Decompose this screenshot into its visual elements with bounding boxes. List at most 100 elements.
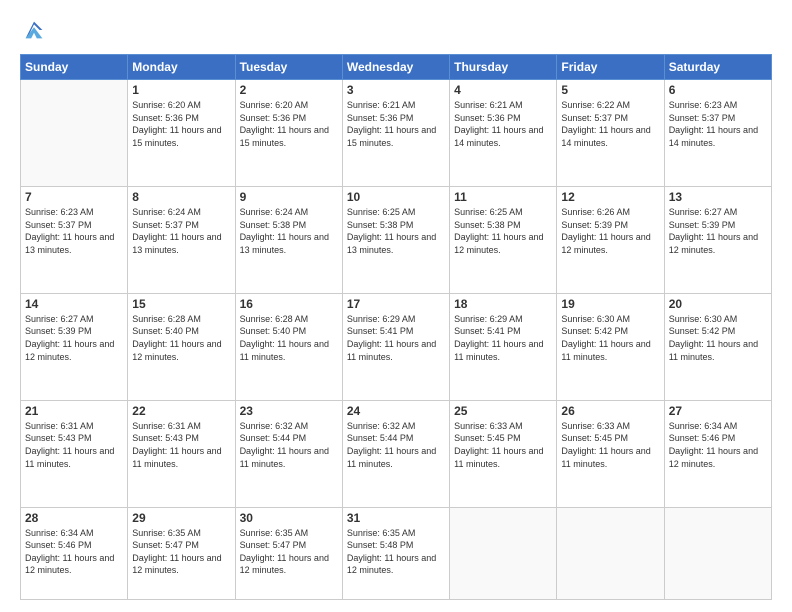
header [20,16,772,44]
calendar-cell: 10 Sunrise: 6:25 AMSunset: 5:38 PMDayligh… [342,186,449,293]
calendar-cell: 27 Sunrise: 6:34 AMSunset: 5:46 PMDayligh… [664,400,771,507]
day-info: Sunrise: 6:27 AMSunset: 5:39 PMDaylight:… [669,206,767,256]
day-number: 23 [240,404,338,418]
day-info: Sunrise: 6:33 AMSunset: 5:45 PMDaylight:… [561,420,659,470]
day-number: 20 [669,297,767,311]
day-info: Sunrise: 6:32 AMSunset: 5:44 PMDaylight:… [240,420,338,470]
calendar-cell: 17 Sunrise: 6:29 AMSunset: 5:41 PMDayligh… [342,293,449,400]
day-info: Sunrise: 6:33 AMSunset: 5:45 PMDaylight:… [454,420,552,470]
day-number: 31 [347,511,445,525]
day-number: 1 [132,83,230,97]
page: SundayMondayTuesdayWednesdayThursdayFrid… [0,0,792,612]
day-number: 12 [561,190,659,204]
day-info: Sunrise: 6:20 AMSunset: 5:36 PMDaylight:… [132,99,230,149]
day-info: Sunrise: 6:35 AMSunset: 5:47 PMDaylight:… [240,527,338,577]
calendar-cell: 28Sunrise: 6:34 AMSunset: 5:46 PMDayligh… [21,507,128,599]
day-info: Sunrise: 6:24 AMSunset: 5:37 PMDaylight:… [132,206,230,256]
day-info: Sunrise: 6:34 AMSunset: 5:46 PMDaylight:… [669,420,767,470]
day-number: 6 [669,83,767,97]
calendar-cell: 26 Sunrise: 6:33 AMSunset: 5:45 PMDayligh… [557,400,664,507]
calendar-cell: 8 Sunrise: 6:24 AMSunset: 5:37 PMDaylight… [128,186,235,293]
day-info: Sunrise: 6:21 AMSunset: 5:36 PMDaylight:… [454,99,552,149]
day-info: Sunrise: 6:28 AMSunset: 5:40 PMDaylight:… [240,313,338,363]
calendar: SundayMondayTuesdayWednesdayThursdayFrid… [20,54,772,600]
day-info: Sunrise: 6:27 AMSunset: 5:39 PMDaylight:… [25,313,123,363]
day-number: 26 [561,404,659,418]
day-number: 15 [132,297,230,311]
calendar-cell: 29 Sunrise: 6:35 AMSunset: 5:47 PMDayligh… [128,507,235,599]
calendar-cell: 22 Sunrise: 6:31 AMSunset: 5:43 PMDayligh… [128,400,235,507]
day-info: Sunrise: 6:35 AMSunset: 5:48 PMDaylight:… [347,527,445,577]
day-number: 17 [347,297,445,311]
calendar-cell: 21 Sunrise: 6:31 AMSunset: 5:43 PMDayligh… [21,400,128,507]
calendar-cell: 6 Sunrise: 6:23 AMSunset: 5:37 PMDaylight… [664,80,771,187]
day-number: 29 [132,511,230,525]
calendar-cell [664,507,771,599]
calendar-cell: 24 Sunrise: 6:32 AMSunset: 5:44 PMDayligh… [342,400,449,507]
day-number: 7 [25,190,123,204]
calendar-cell: 3 Sunrise: 6:21 AMSunset: 5:36 PMDaylight… [342,80,449,187]
day-number: 14 [25,297,123,311]
day-number: 19 [561,297,659,311]
day-number: 2 [240,83,338,97]
day-info: Sunrise: 6:24 AMSunset: 5:38 PMDaylight:… [240,206,338,256]
day-info: Sunrise: 6:21 AMSunset: 5:36 PMDaylight:… [347,99,445,149]
day-number: 11 [454,190,552,204]
calendar-body: 1 Sunrise: 6:20 AMSunset: 5:36 PMDaylight… [21,80,772,600]
day-info: Sunrise: 6:26 AMSunset: 5:39 PMDaylight:… [561,206,659,256]
calendar-cell: 30 Sunrise: 6:35 AMSunset: 5:47 PMDayligh… [235,507,342,599]
day-number: 5 [561,83,659,97]
day-info: Sunrise: 6:30 AMSunset: 5:42 PMDaylight:… [669,313,767,363]
day-number: 22 [132,404,230,418]
day-number: 27 [669,404,767,418]
day-info: Sunrise: 6:31 AMSunset: 5:43 PMDaylight:… [25,420,123,470]
calendar-cell: 11 Sunrise: 6:25 AMSunset: 5:38 PMDayligh… [450,186,557,293]
calendar-cell: 13 Sunrise: 6:27 AMSunset: 5:39 PMDayligh… [664,186,771,293]
day-info: Sunrise: 6:34 AMSunset: 5:46 PMDaylight:… [25,527,123,577]
calendar-cell: 4Sunrise: 6:21 AMSunset: 5:36 PMDaylight… [450,80,557,187]
calendar-cell: 5Sunrise: 6:22 AMSunset: 5:37 PMDaylight… [557,80,664,187]
calendar-cell [557,507,664,599]
calendar-cell: 19 Sunrise: 6:30 AMSunset: 5:42 PMDayligh… [557,293,664,400]
day-number: 21 [25,404,123,418]
calendar-cell: 16 Sunrise: 6:28 AMSunset: 5:40 PMDayligh… [235,293,342,400]
day-number: 13 [669,190,767,204]
calendar-cell: 23 Sunrise: 6:32 AMSunset: 5:44 PMDayligh… [235,400,342,507]
day-number: 25 [454,404,552,418]
weekday-friday: Friday [557,55,664,80]
calendar-cell: 15 Sunrise: 6:28 AMSunset: 5:40 PMDayligh… [128,293,235,400]
weekday-wednesday: Wednesday [342,55,449,80]
calendar-cell: 20 Sunrise: 6:30 AMSunset: 5:42 PMDayligh… [664,293,771,400]
day-info: Sunrise: 6:23 AMSunset: 5:37 PMDaylight:… [669,99,767,149]
day-info: Sunrise: 6:29 AMSunset: 5:41 PMDaylight:… [454,313,552,363]
day-info: Sunrise: 6:25 AMSunset: 5:38 PMDaylight:… [347,206,445,256]
day-info: Sunrise: 6:35 AMSunset: 5:47 PMDaylight:… [132,527,230,577]
calendar-cell: 12 Sunrise: 6:26 AMSunset: 5:39 PMDayligh… [557,186,664,293]
calendar-cell: 31 Sunrise: 6:35 AMSunset: 5:48 PMDayligh… [342,507,449,599]
calendar-cell: 1 Sunrise: 6:20 AMSunset: 5:36 PMDaylight… [128,80,235,187]
calendar-cell [450,507,557,599]
logo [20,16,50,44]
calendar-cell: 2Sunrise: 6:20 AMSunset: 5:36 PMDaylight… [235,80,342,187]
calendar-cell: 9Sunrise: 6:24 AMSunset: 5:38 PMDaylight… [235,186,342,293]
day-number: 10 [347,190,445,204]
day-number: 16 [240,297,338,311]
weekday-saturday: Saturday [664,55,771,80]
day-info: Sunrise: 6:29 AMSunset: 5:41 PMDaylight:… [347,313,445,363]
calendar-cell: 18Sunrise: 6:29 AMSunset: 5:41 PMDayligh… [450,293,557,400]
day-number: 30 [240,511,338,525]
calendar-cell [21,80,128,187]
day-info: Sunrise: 6:31 AMSunset: 5:43 PMDaylight:… [132,420,230,470]
day-info: Sunrise: 6:28 AMSunset: 5:40 PMDaylight:… [132,313,230,363]
calendar-cell: 25 Sunrise: 6:33 AMSunset: 5:45 PMDayligh… [450,400,557,507]
logo-icon [20,16,48,44]
day-info: Sunrise: 6:23 AMSunset: 5:37 PMDaylight:… [25,206,123,256]
day-info: Sunrise: 6:30 AMSunset: 5:42 PMDaylight:… [561,313,659,363]
weekday-monday: Monday [128,55,235,80]
weekday-header: SundayMondayTuesdayWednesdayThursdayFrid… [21,55,772,80]
day-number: 3 [347,83,445,97]
day-info: Sunrise: 6:25 AMSunset: 5:38 PMDaylight:… [454,206,552,256]
day-number: 24 [347,404,445,418]
day-info: Sunrise: 6:32 AMSunset: 5:44 PMDaylight:… [347,420,445,470]
day-number: 8 [132,190,230,204]
